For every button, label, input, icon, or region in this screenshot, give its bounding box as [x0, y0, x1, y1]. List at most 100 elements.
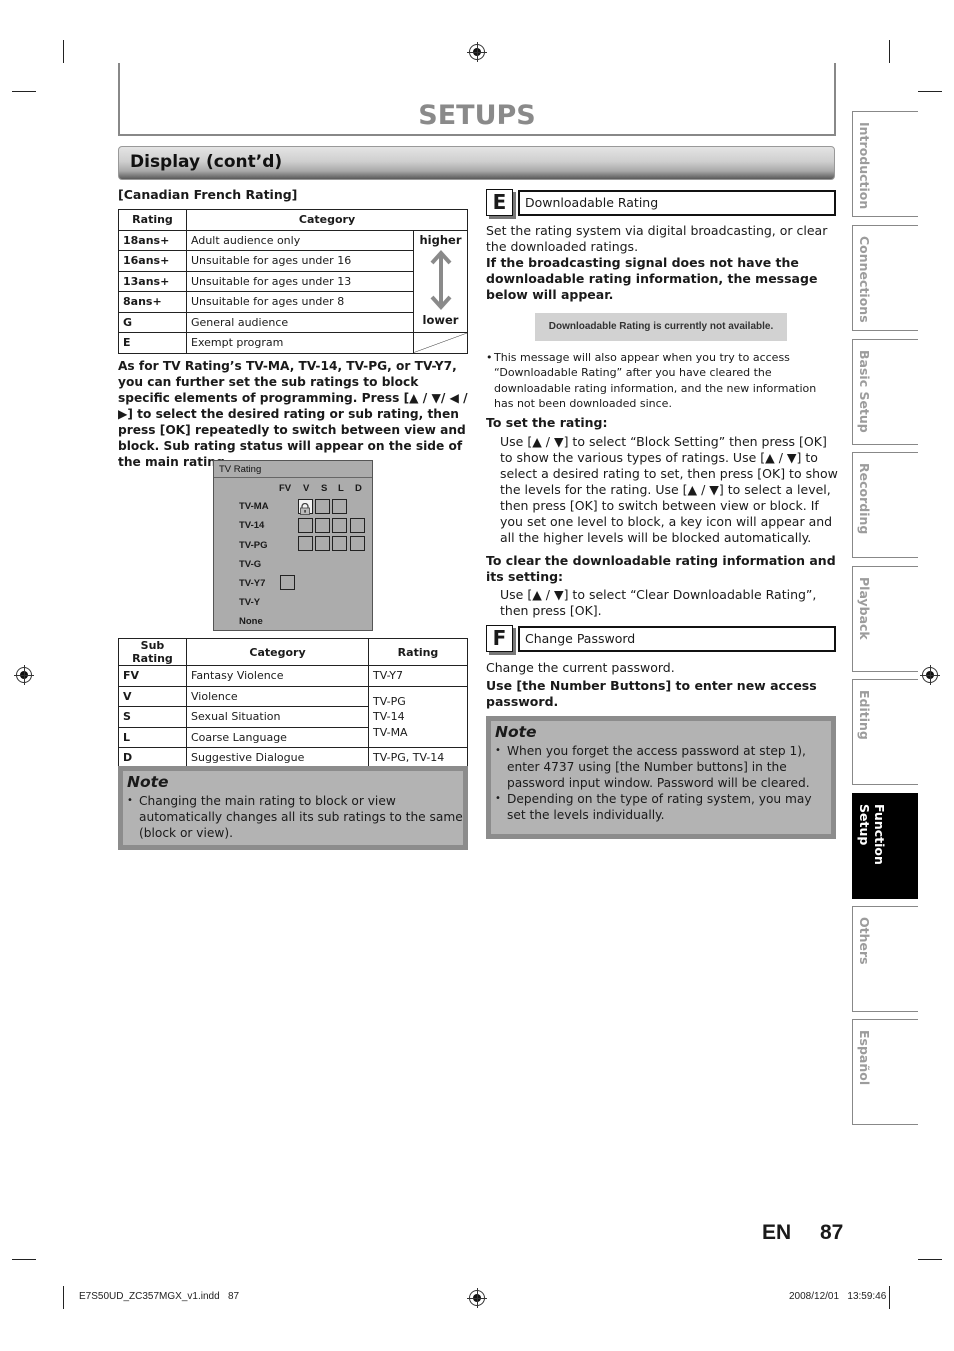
side-tab-editing[interactable]: Editing: [852, 679, 918, 785]
side-tab-label: Introduction: [857, 122, 872, 210]
tv-rating-instructions: As for TV Rating’s TV-MA, TV-14, TV-PG, …: [118, 359, 468, 469]
rating-level[interactable]: TV-14: [239, 520, 264, 531]
crop-mark: [918, 1259, 942, 1260]
page-title: SETUPS: [418, 100, 536, 131]
registration-mark-icon: [14, 665, 34, 685]
category-cell: Violence: [186, 685, 369, 707]
rating-level[interactable]: None: [239, 616, 263, 627]
crop-mark: [918, 91, 942, 92]
subrating-toggle[interactable]: [350, 518, 365, 533]
tv-rating-screen: TV Rating FV V S L D TV-MA TV-14 TV-PG T…: [213, 460, 373, 631]
note-item: Depending on the type of rating system, …: [494, 791, 831, 823]
side-tab-recording[interactable]: Recording: [852, 452, 918, 558]
side-tab-label: Español: [857, 1030, 872, 1086]
column-header: Rating: [118, 209, 187, 231]
subrating-toggle[interactable]: [332, 518, 347, 533]
subrating-column-label: V: [303, 483, 310, 494]
page-language: EN: [762, 1221, 792, 1244]
subrating-column-label: FV: [279, 483, 292, 494]
rating-cell: TV-PG, TV-14: [368, 747, 468, 769]
canadian-french-rating-table: Rating Category 18ans+ Adult audience on…: [118, 209, 468, 354]
section-title: Display (cont’d): [130, 152, 283, 172]
rating-cell: TV-Y7: [368, 665, 468, 687]
category-cell: Unsuitable for ages under 16: [186, 250, 414, 272]
page-number: 87: [820, 1221, 844, 1244]
sub-rating-cell: D: [118, 747, 187, 769]
column-header: Category: [186, 638, 369, 666]
rating-cell: G: [118, 311, 187, 333]
section-f-bold-intro: Use [the Number Buttons] to enter new ac…: [486, 678, 817, 709]
side-tab-function-setup[interactable]: Function Setup: [852, 793, 918, 899]
subrating-toggle-locked[interactable]: [298, 499, 313, 515]
subrating-column-label: S: [321, 483, 328, 494]
crop-mark: [889, 1286, 890, 1309]
section-e-badge: E: [486, 189, 513, 216]
table-row: E Exempt program: [118, 332, 468, 354]
sub-rating-cell: V: [118, 685, 187, 707]
column-header: Sub Rating: [118, 638, 187, 666]
side-tab-label: Basic Setup: [857, 350, 872, 433]
table-header-row: Rating Category: [118, 209, 468, 231]
section-e-intro: Set the rating system via digital broadc…: [486, 223, 828, 254]
note-list: When you forget the access password at s…: [491, 743, 831, 823]
crop-mark: [889, 40, 890, 63]
sub-rating-cell: L: [118, 726, 187, 748]
lower-label: lower: [422, 313, 459, 328]
double-arrow-icon: [430, 250, 451, 311]
section-e-bold-intro: If the broadcasting signal does not have…: [486, 255, 818, 302]
side-tab-connections[interactable]: Connections: [852, 225, 918, 331]
rating-line: TV-14: [373, 710, 405, 723]
column-header: Category: [186, 209, 468, 231]
rating-level[interactable]: TV-PG: [239, 540, 268, 551]
table-row: 18ans+ Adult audience only higher lower: [118, 229, 468, 333]
side-tab-espanol[interactable]: Español: [852, 1019, 918, 1125]
note-list: Changing the main rating to block or vie…: [123, 793, 463, 841]
category-cell: Exempt program: [186, 332, 414, 354]
subrating-toggle[interactable]: [332, 536, 347, 551]
rating-cell: 13ans+: [118, 270, 187, 292]
side-tab-basic-setup[interactable]: Basic Setup: [852, 339, 918, 445]
note-title: Note: [495, 723, 537, 741]
section-e-bullet: • This message will also appear when you…: [486, 350, 838, 411]
subrating-toggle[interactable]: [350, 536, 365, 551]
registration-mark-icon: [467, 1288, 487, 1308]
rating-level[interactable]: TV-Y7: [239, 578, 265, 589]
table-row: FV Fantasy Violence TV-Y7: [118, 665, 468, 687]
section-e-title: Downloadable Rating: [518, 190, 836, 216]
clear-rating-heading: To clear the downloadable rating informa…: [486, 553, 836, 584]
side-tab-label: Connections: [857, 236, 872, 323]
subrating-toggle[interactable]: [315, 499, 330, 514]
rating-level[interactable]: TV-Y: [239, 597, 260, 608]
column-header: Rating: [368, 638, 468, 666]
side-tab-label: Others: [857, 917, 872, 965]
subrating-toggle[interactable]: [332, 499, 347, 514]
subrating-toggle[interactable]: [280, 575, 295, 590]
side-tab-label: Recording: [857, 463, 872, 535]
crop-mark: [12, 1259, 36, 1260]
set-rating-text: Use [▲ / ▼] to select “Block Setting” th…: [500, 434, 838, 545]
subrating-toggle[interactable]: [315, 536, 330, 551]
note-box: Note When you forget the access password…: [486, 716, 836, 839]
subrating-column-label: L: [338, 483, 344, 494]
rating-level[interactable]: TV-G: [239, 559, 261, 570]
diagonal-line: [414, 333, 467, 353]
category-cell: Suggestive Dialogue: [186, 747, 369, 769]
subrating-toggle[interactable]: [315, 518, 330, 533]
side-tab-introduction[interactable]: Introduction: [852, 111, 918, 217]
bullet-text: This message will also appear when you t…: [494, 351, 817, 410]
category-cell: Fantasy Violence: [186, 665, 369, 687]
rating-cell-merged: TV-PG TV-14 TV-MA: [368, 685, 468, 748]
tv-screen-title: TV Rating: [214, 461, 372, 478]
rating-line: TV-MA: [373, 725, 408, 739]
registration-mark-icon: [920, 665, 940, 685]
rating-level[interactable]: TV-MA: [239, 501, 269, 512]
side-tab-others[interactable]: Others: [852, 906, 918, 1012]
note-box: Note Changing the main rating to block o…: [118, 766, 468, 850]
subrating-toggle[interactable]: [298, 536, 313, 551]
crop-mark: [63, 40, 64, 63]
rating-line: TV-PG: [373, 694, 406, 708]
section-f-badge: F: [486, 625, 513, 652]
side-tab-playback[interactable]: Playback: [852, 566, 918, 672]
empty-diagonal-cell: [413, 332, 468, 354]
subrating-toggle[interactable]: [298, 518, 313, 533]
